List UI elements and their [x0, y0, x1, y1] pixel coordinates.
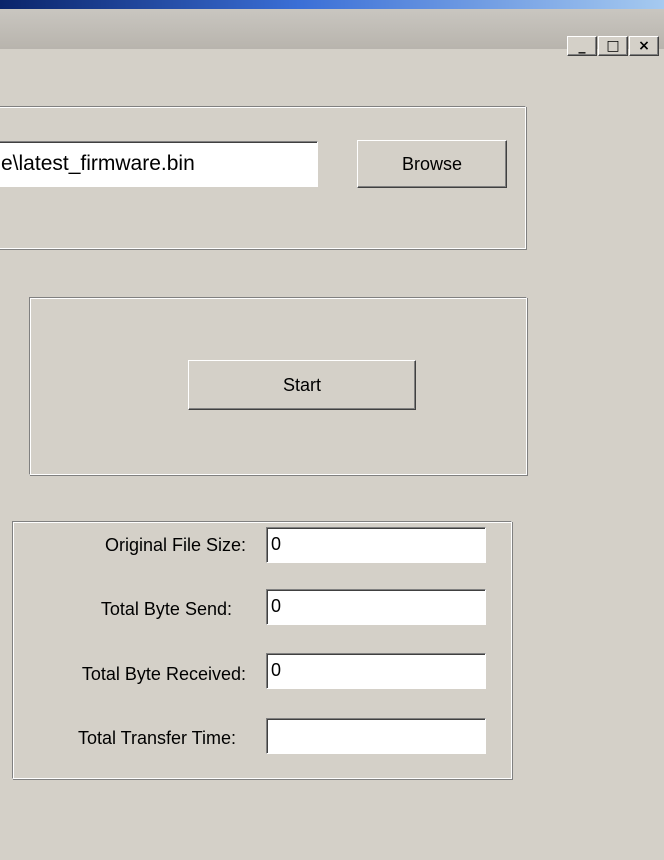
- total-byte-received-label: Total Byte Received:: [81, 664, 246, 684]
- maximize-icon: □: [606, 38, 620, 54]
- start-button[interactable]: Start: [188, 360, 416, 410]
- original-file-size-field[interactable]: 0: [266, 527, 486, 563]
- total-transfer-time-field[interactable]: [266, 718, 486, 754]
- minimize-button[interactable]: _: [567, 36, 597, 56]
- firmware-path-input[interactable]: [0, 141, 318, 187]
- close-button[interactable]: ×: [629, 36, 659, 56]
- total-byte-send-field[interactable]: 0: [266, 589, 486, 625]
- total-byte-received-field[interactable]: 0: [266, 653, 486, 689]
- total-byte-send-label: Total Byte Send:: [100, 599, 232, 619]
- maximize-button[interactable]: □: [598, 36, 628, 56]
- minimize-icon: _: [578, 38, 586, 54]
- total-transfer-time-label: Total Transfer Time:: [77, 728, 236, 748]
- close-icon: ×: [638, 38, 650, 54]
- title-bar[interactable]: _ □ ×: [0, 9, 664, 56]
- browse-button[interactable]: Browse: [357, 140, 507, 188]
- app-window: _ □ × Browse Start Original File Size: 0…: [0, 0, 664, 860]
- original-file-size-label: Original File Size:: [104, 535, 246, 555]
- window-top-edge: [0, 0, 664, 9]
